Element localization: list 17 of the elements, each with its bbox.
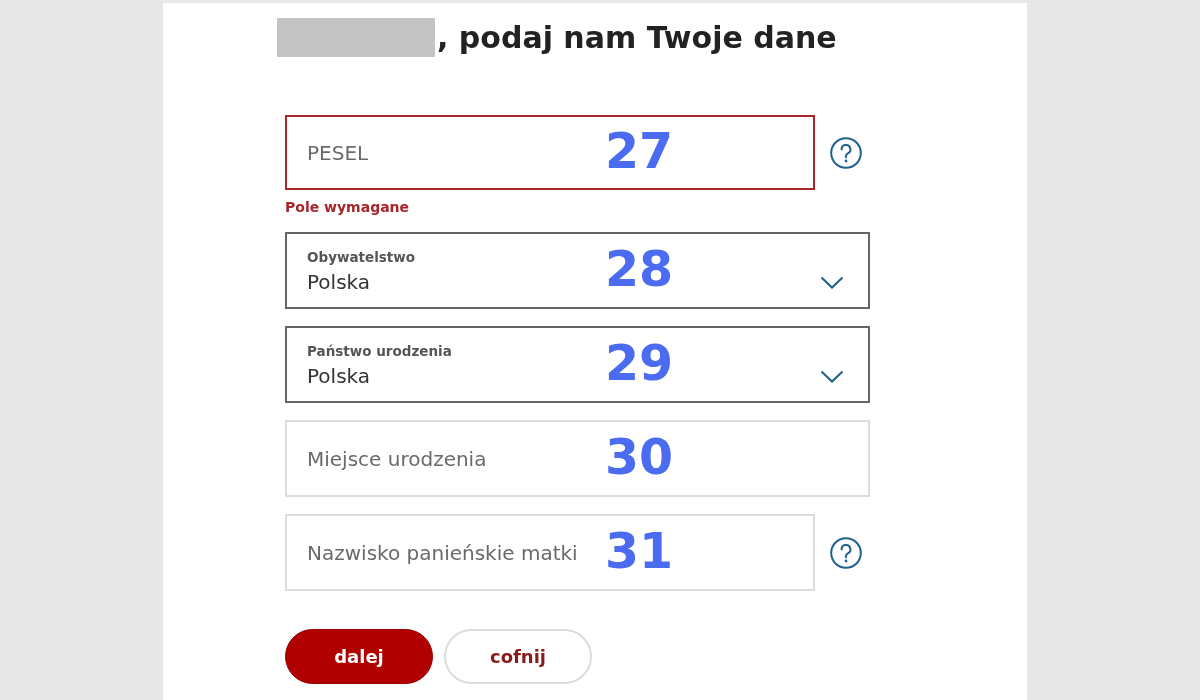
annotation-number: 30 (605, 432, 674, 482)
annotation-number: 31 (605, 526, 674, 576)
field-label: Obywatelstwo (307, 248, 415, 266)
annotation-number: 28 (605, 244, 674, 294)
annotation-number: 29 (605, 338, 674, 388)
page-heading: , podaj nam Twoje dane (437, 19, 837, 55)
chevron-icon (820, 369, 844, 383)
chevron-icon (820, 275, 844, 289)
back-button[interactable]: cofnij (444, 629, 592, 684)
error-message: Pole wymagane (285, 199, 410, 215)
next-button[interactable]: dalej (285, 629, 433, 684)
help-icon[interactable] (830, 136, 862, 169)
field-value: Polska (307, 269, 371, 295)
help-icon[interactable] (830, 536, 862, 569)
annotation-number: 27 (605, 126, 674, 176)
field-value: Polska (307, 363, 371, 389)
field-label: Państwo urodzenia (307, 342, 452, 360)
